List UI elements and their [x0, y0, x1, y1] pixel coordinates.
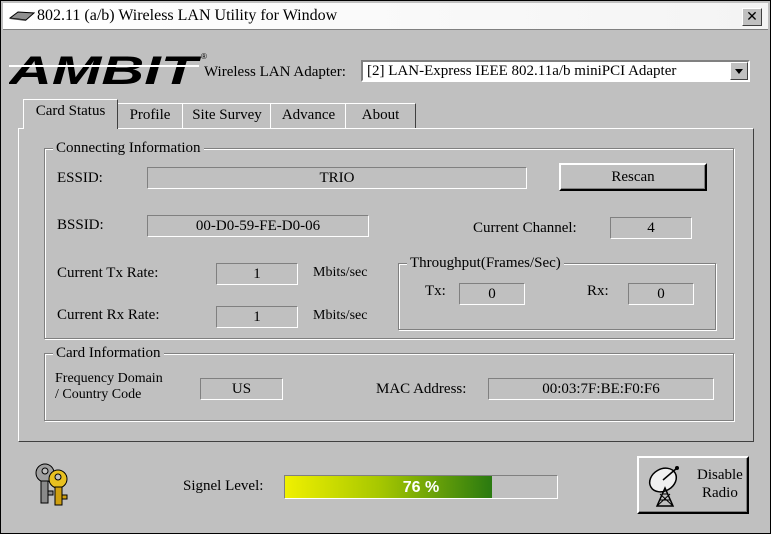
antenna-dish-icon	[648, 466, 679, 507]
throughput-tx-field: 0	[459, 283, 525, 305]
country-code-field: US	[200, 378, 283, 400]
ambit-logo: AMBIT ®	[9, 51, 207, 87]
keys-icon[interactable]	[31, 461, 73, 507]
card-info-group: Card Information Frequency Domain / Coun…	[44, 344, 734, 421]
signal-level-label: Signel Level:	[183, 478, 264, 494]
signal-level-value: 76 %	[402, 479, 440, 496]
bssid-label: BSSID:	[57, 217, 104, 233]
frequency-domain-label: Frequency Domain / Country Code	[55, 371, 163, 403]
adapter-select[interactable]: [2] LAN-Express IEEE 802.11a/b miniPCI A…	[361, 60, 750, 82]
essid-label: ESSID:	[57, 170, 103, 186]
signal-level-meter: 76 %	[284, 475, 558, 499]
rx-rate-field: 1	[216, 306, 298, 328]
close-button[interactable]: ✕	[742, 8, 762, 26]
main-window: 802.11 (a/b) Wireless LAN Utility for Wi…	[0, 0, 771, 534]
connecting-info-title: Connecting Information	[53, 139, 204, 157]
tx-rate-unit: Mbits/sec	[313, 265, 368, 280]
chevron-down-icon[interactable]	[730, 62, 748, 80]
rx-rate-label: Current Rx Rate:	[57, 307, 160, 323]
connecting-info-group: Connecting Information ESSID: TRIO Resca…	[44, 139, 734, 339]
throughput-group: Throughput(Frames/Sec) Tx: 0 Rx: 0	[398, 254, 716, 330]
mac-address-label: MAC Address:	[376, 381, 467, 397]
bssid-field: 00-D0-59-FE-D0-06	[147, 215, 369, 237]
window-title: 802.11 (a/b) Wireless LAN Utility for Wi…	[37, 7, 338, 24]
tab-card-status[interactable]: Card Status	[23, 99, 118, 129]
current-channel-field: 4	[610, 217, 692, 239]
svg-text:®: ®	[201, 52, 207, 61]
tx-rate-label: Current Tx Rate:	[57, 265, 159, 281]
network-card-icon	[9, 11, 35, 21]
frequency-domain-label-line2: / Country Code	[55, 387, 142, 402]
rx-rate-unit: Mbits/sec	[313, 308, 368, 323]
essid-field: TRIO	[147, 167, 527, 189]
current-channel-label: Current Channel:	[473, 220, 577, 236]
frequency-domain-label-line1: Frequency Domain	[55, 371, 163, 386]
throughput-rx-label: Rx:	[587, 283, 609, 299]
disable-radio-label-line1: Disable	[697, 467, 743, 483]
card-info-title: Card Information	[53, 344, 164, 362]
svg-text:AMBIT: AMBIT	[9, 51, 202, 87]
mac-address-field: 00:03:7F:BE:F0:F6	[488, 378, 714, 400]
tab-site-survey[interactable]: Site Survey	[182, 103, 272, 128]
tab-advance[interactable]: Advance	[270, 103, 347, 128]
disable-radio-label-line2: Radio	[701, 485, 738, 501]
disable-radio-button[interactable]: Disable Radio	[637, 456, 749, 514]
tab-about[interactable]: About	[345, 103, 416, 128]
tx-rate-field: 1	[216, 263, 298, 285]
adapter-label: Wireless LAN Adapter:	[204, 64, 346, 80]
rescan-button[interactable]: Rescan	[559, 163, 707, 191]
tab-profile[interactable]: Profile	[116, 103, 184, 128]
adapter-selected-value: [2] LAN-Express IEEE 802.11a/b miniPCI A…	[367, 63, 677, 79]
disable-radio-label: Disable Radio	[697, 466, 743, 502]
throughput-title: Throughput(Frames/Sec)	[407, 254, 564, 272]
title-bar[interactable]: 802.11 (a/b) Wireless LAN Utility for Wi…	[3, 3, 768, 30]
throughput-tx-label: Tx:	[425, 283, 446, 299]
card-status-panel: Connecting Information ESSID: TRIO Resca…	[18, 128, 754, 442]
close-icon: ✕	[746, 9, 758, 25]
throughput-rx-field: 0	[628, 283, 694, 305]
